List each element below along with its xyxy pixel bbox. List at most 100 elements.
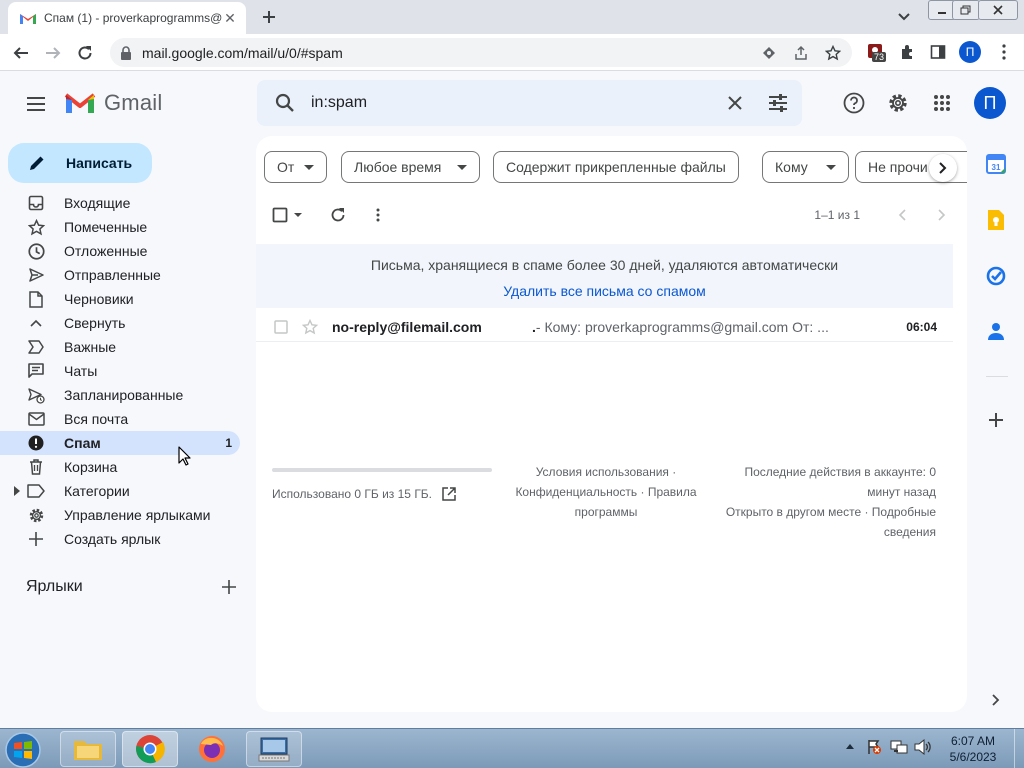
start-button[interactable] [4,731,46,768]
extension-icon[interactable]: 73 [866,42,888,64]
mail-search-bar[interactable]: in:spam [257,80,802,126]
filter-chip-any-time[interactable]: Любое время [341,151,481,183]
back-button[interactable] [8,40,34,66]
select-all-checkbox[interactable] [272,207,288,223]
email-row[interactable]: no-reply@filemail.com . - Кому: proverka… [256,312,953,342]
sidebar-item-spam[interactable]: Спам 1 [0,431,240,455]
more-options-icon[interactable] [376,208,380,222]
add-app-plus-icon[interactable] [984,408,1008,432]
sidebar-item-snoozed[interactable]: Отложенные [0,239,240,263]
star-toggle-icon[interactable] [302,318,318,335]
volume-icon[interactable] [914,739,932,755]
mouse-cursor-icon [178,446,192,466]
action-center-flag-icon[interactable] [866,739,882,755]
privacy-link[interactable]: Конфиденциальность · Правила [502,482,710,502]
taskbar-explorer-button[interactable] [60,731,116,767]
forward-button[interactable] [40,40,66,66]
footer-links: Условия использования · Конфиденциальнос… [502,462,710,522]
next-page-icon[interactable] [938,209,946,221]
search-input[interactable]: in:spam [311,94,728,112]
gmail-favicon-icon [20,12,36,24]
search-icon[interactable] [275,93,295,113]
expand-side-panel-icon[interactable] [984,688,1008,712]
google-apps-icon[interactable] [922,83,962,123]
sidebar-item-all-mail[interactable]: Вся почта [0,407,240,431]
filter-chip-has-attachments[interactable]: Содержит прикрепленные файлы [493,151,739,183]
sidebar-item-collapse[interactable]: Свернуть [0,311,240,335]
sidebar-item-label: Входящие [64,195,131,211]
scroll-filters-right-button[interactable] [929,154,957,182]
sidebar-item-label: Чаты [64,363,98,379]
email-checkbox[interactable] [274,319,288,334]
show-desktop-button[interactable] [1014,729,1024,768]
profile-avatar[interactable]: П [959,41,981,63]
prev-page-icon[interactable] [898,209,906,221]
share-icon[interactable] [792,44,810,62]
program-policies-link[interactable]: программы [502,502,710,522]
caret-down-icon [304,164,315,170]
open-storage-icon[interactable] [442,487,456,501]
sidebar-item-label: Помеченные [64,219,148,235]
site-info-icon[interactable] [760,44,778,62]
extensions-puzzle-icon[interactable] [898,43,916,61]
maximize-window-button[interactable] [952,0,980,20]
url-text[interactable]: mail.google.com/mail/u/0/#spam [142,45,760,61]
sidebar-item-starred[interactable]: Помеченные [0,215,240,239]
sidebar-item-important[interactable]: Важные [0,335,240,359]
address-bar[interactable]: mail.google.com/mail/u/0/#spam [110,38,852,67]
sidebar-item-drafts[interactable]: Черновики [0,287,240,311]
close-window-button[interactable] [978,0,1018,20]
browser-tab[interactable]: Спам (1) - proverkaprogramms@ ✕ [8,2,246,34]
sidebar-item-chats[interactable]: Чаты [0,359,240,383]
gmail-logo[interactable]: Gmail [64,90,162,116]
clock-date: 5/6/2023 [949,750,997,764]
mail-list-panel: От Любое время Содержит прикрепленные фа… [256,136,967,712]
tasks-icon[interactable] [984,264,1008,288]
system-clock[interactable]: 6:07 AM 5/6/2023 [936,733,1010,765]
sidebar-item-label: Категории [64,483,130,499]
sidebar-item-trash[interactable]: Корзина [0,455,240,479]
new-tab-button[interactable] [256,6,282,28]
network-icon[interactable] [890,739,908,755]
filter-chip-to[interactable]: Кому [762,151,849,183]
storage-usage-text: Использовано 0 ГБ из 15 ГБ. [272,487,433,501]
sidebar-item-create-label[interactable]: Создать ярлык [0,527,240,551]
add-label-icon[interactable] [222,580,236,594]
side-panel-icon[interactable] [929,43,947,61]
bookmark-star-icon[interactable] [824,44,842,62]
support-icon[interactable] [834,83,874,123]
tab-search-chevron-icon[interactable] [896,8,912,24]
terms-link[interactable]: Условия использования · [502,462,710,482]
sidebar-item-sent[interactable]: Отправленные [0,263,240,287]
main-menu-icon[interactable] [24,92,48,116]
chat-icon [26,361,46,381]
sidebar-item-categories[interactable]: Категории [0,479,240,503]
show-hidden-icons[interactable] [845,742,855,750]
taskbar-firefox-button[interactable] [184,731,240,767]
trash-icon [26,457,46,477]
compose-button[interactable]: Написать [8,143,152,183]
filter-chip-from[interactable]: От [264,151,328,183]
taskbar-app-button[interactable] [246,731,302,767]
close-tab-icon[interactable]: ✕ [222,10,238,26]
clock-time: 6:07 AM [950,734,996,748]
label-icon [26,481,46,501]
contacts-icon[interactable] [984,319,1008,343]
delete-all-spam-link[interactable]: Удалить все письма со спамом [256,283,953,299]
calendar-icon[interactable]: 31 [984,152,1008,176]
search-options-icon[interactable] [768,94,788,112]
browser-menu-icon[interactable] [995,43,1013,61]
reload-button[interactable] [72,40,98,66]
clear-search-icon[interactable] [728,96,742,110]
select-menu-caret-icon[interactable] [294,213,302,217]
sidebar-item-scheduled[interactable]: Запланированные [0,383,240,407]
activity-details-link[interactable]: сведения [712,522,936,542]
taskbar-chrome-button[interactable] [122,731,178,767]
sidebar-item-manage-labels[interactable]: Управление ярлыками [0,503,240,527]
refresh-icon[interactable] [330,207,346,223]
sidebar-item-inbox[interactable]: Входящие [0,191,240,215]
account-avatar[interactable]: П [974,87,1006,119]
settings-gear-icon[interactable] [878,83,918,123]
expand-caret-icon[interactable] [14,486,20,496]
keep-icon[interactable] [984,208,1008,232]
